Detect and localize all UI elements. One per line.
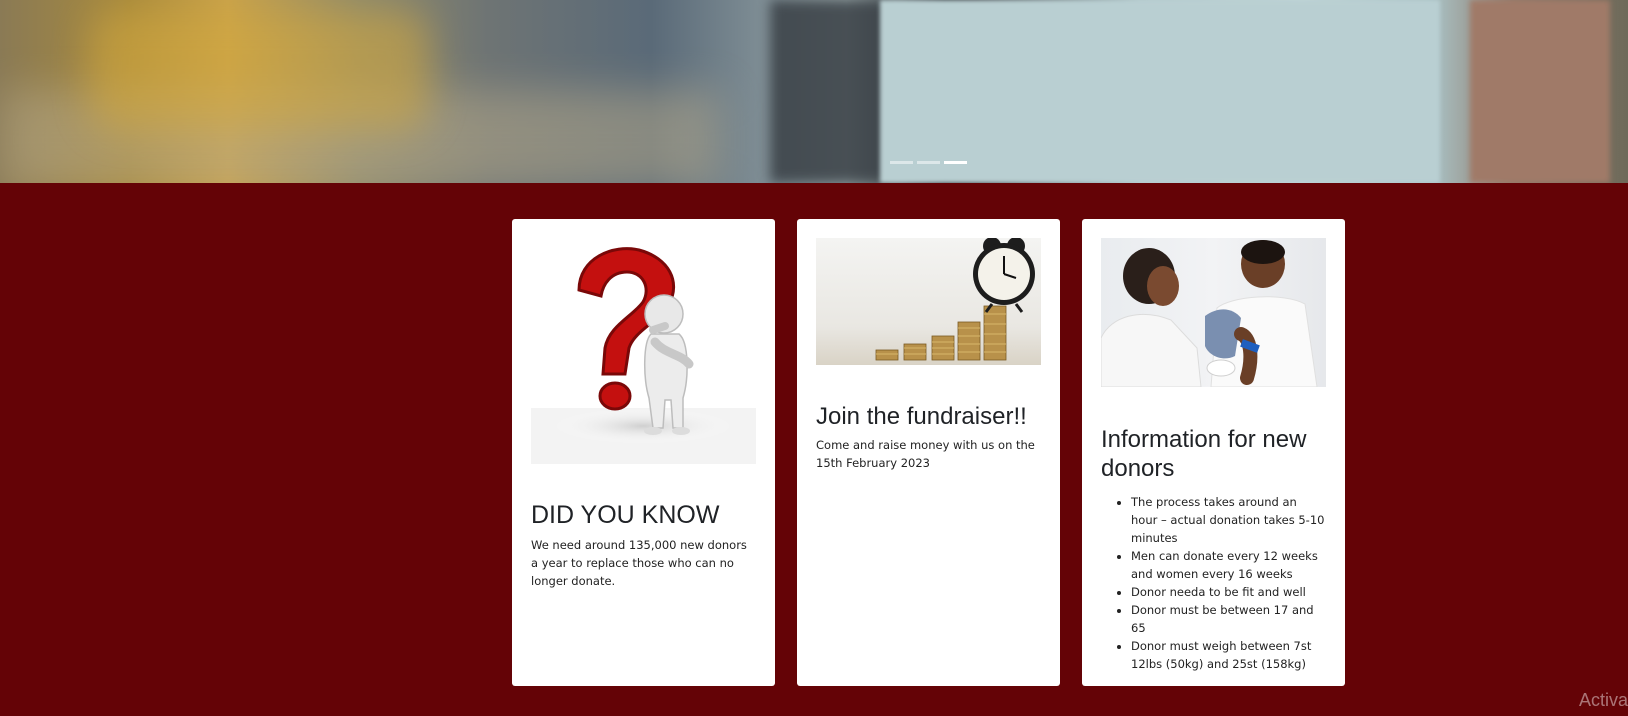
question-mark-figure-image [531,238,756,464]
card-title: Join the fundraiser!! [816,403,1027,430]
card-title: Information for new donors [1101,426,1307,482]
carousel-indicator-3[interactable] [944,161,967,164]
list-item: Donor needa to be fit and well [1131,583,1326,601]
new-donors-info-card: Information for new donors The process t… [1082,219,1345,686]
hero-background-shape [770,0,890,183]
list-item: Men can donate every 12 weeks and women … [1131,547,1326,583]
donor-info-list: The process takes around an hour – actua… [1101,493,1326,673]
card-text: We need around 135,000 new donors a year… [531,538,747,588]
card-text: Come and raise money with us on the 15th… [816,438,1035,470]
hero-person-arm [1470,0,1610,183]
list-item: Donor must weigh between 7st 12lbs (50kg… [1131,637,1326,673]
carousel-indicator-2[interactable] [917,161,940,164]
hero-carousel[interactable] [0,0,1628,183]
did-you-know-card: DID YOU KNOW We need around 135,000 new … [512,219,775,686]
list-item: The process takes around an hour – actua… [1131,493,1326,547]
hero-person-shirt [880,0,1440,183]
blood-donation-image [1101,238,1326,387]
card-title: DID YOU KNOW [531,501,720,529]
activation-watermark: Activa [1578,690,1628,710]
list-item: Donor must be between 17 and 65 [1131,601,1326,637]
fundraiser-card: Join the fundraiser!! Come and raise mon… [797,219,1060,686]
clock-coins-image [816,238,1041,365]
carousel-indicator-1[interactable] [890,161,913,164]
carousel-indicators [890,161,967,165]
hero-background-blur [90,10,430,130]
